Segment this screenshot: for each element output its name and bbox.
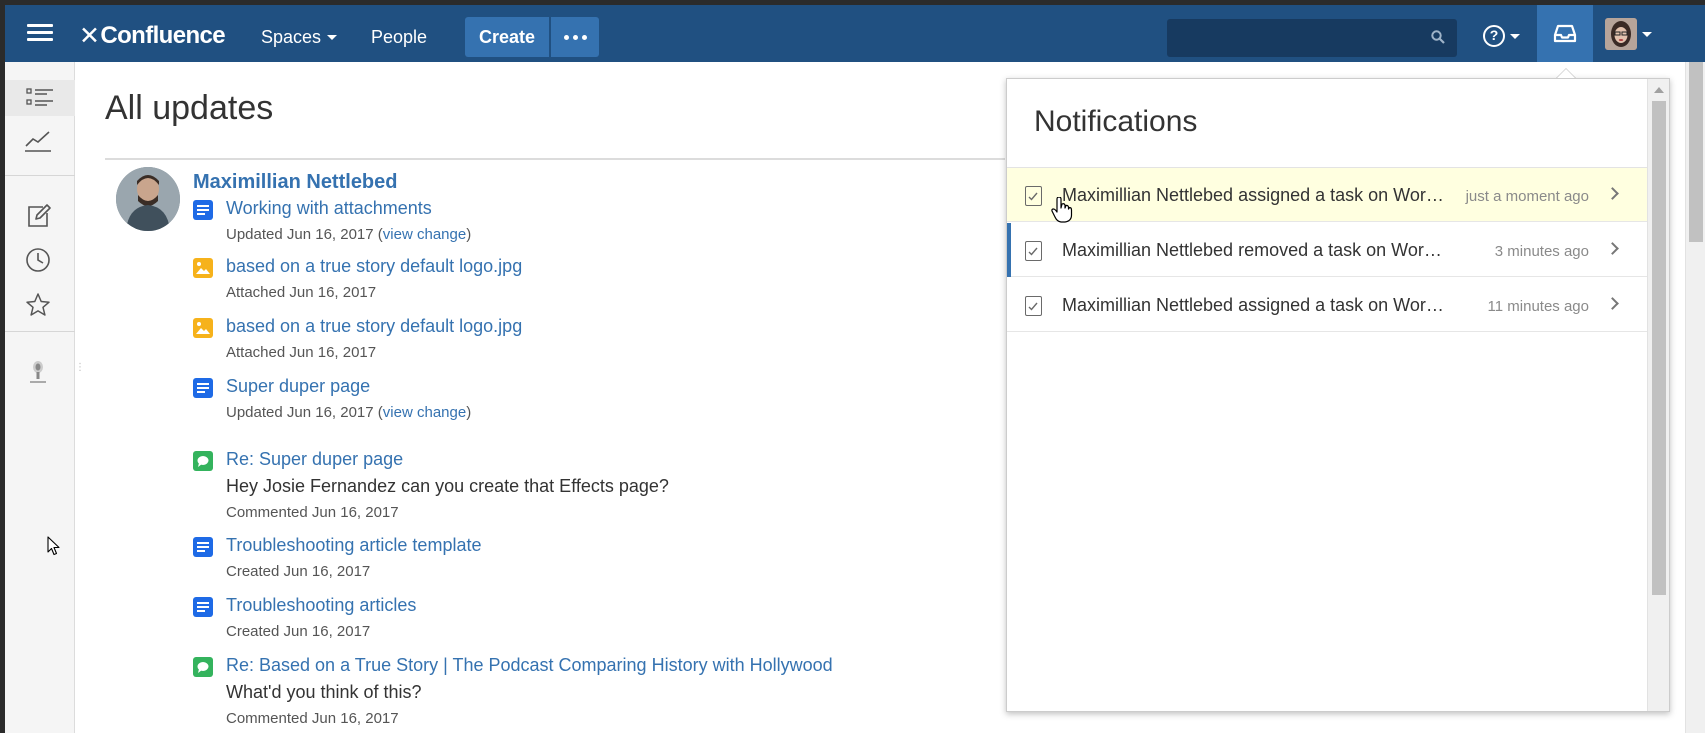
feed-item-meta: Updated Jun 16, 2017 (view change) bbox=[226, 226, 472, 243]
task-icon bbox=[1025, 241, 1042, 261]
feed-item-meta: Commented Jun 16, 2017 bbox=[226, 710, 399, 727]
task-icon bbox=[1025, 186, 1042, 206]
notifications-scrollbar-thumb[interactable] bbox=[1652, 101, 1666, 595]
inbox-icon bbox=[1553, 24, 1577, 42]
app-name: Confluence bbox=[100, 22, 226, 49]
notifications-title: Notifications bbox=[1034, 105, 1198, 138]
feed-item-title-link[interactable]: Re: Super duper page bbox=[226, 449, 403, 470]
app-window: ✕ Confluence Spaces People Create ? ⋮ Al… bbox=[5, 5, 1705, 733]
feed-item-title-link[interactable]: Troubleshooting article template bbox=[226, 535, 481, 556]
sidebar-item-saved[interactable] bbox=[20, 287, 56, 323]
hamburger-menu-icon[interactable] bbox=[27, 21, 53, 45]
chevron-right-icon bbox=[1606, 297, 1619, 310]
edit-icon bbox=[28, 204, 51, 227]
left-sidebar bbox=[5, 62, 75, 733]
ellipsis-icon bbox=[563, 34, 569, 40]
page-icon bbox=[193, 597, 213, 617]
feed-item-title-link[interactable]: based on a true story default logo.jpg bbox=[226, 256, 522, 277]
comment-icon bbox=[193, 657, 213, 677]
space-logo-icon bbox=[30, 361, 46, 383]
more-create-options-button[interactable] bbox=[551, 17, 599, 57]
notification-item[interactable]: Maximillian Nettlebed assigned a task on… bbox=[1007, 278, 1647, 332]
comment-excerpt: What'd you think of this? bbox=[226, 682, 422, 702]
feed-item-meta: Created Jun 16, 2017 bbox=[226, 623, 371, 640]
chevron-down-icon bbox=[1642, 31, 1652, 37]
page-scrollbar[interactable] bbox=[1685, 62, 1705, 733]
user-menu-button[interactable] bbox=[1605, 18, 1652, 50]
comment-icon bbox=[193, 451, 213, 471]
feed-item-title-link[interactable]: Super duper page bbox=[226, 376, 370, 397]
sidebar-item-drafts[interactable] bbox=[20, 198, 56, 234]
sidebar-divider bbox=[5, 331, 75, 332]
feed-item-meta: Commented Jun 16, 2017 bbox=[226, 504, 399, 521]
nav-spaces-label: Spaces bbox=[261, 27, 322, 47]
sidebar-resize-handle[interactable]: ⋮ bbox=[75, 363, 85, 373]
chevron-down-icon bbox=[1510, 33, 1520, 39]
feed-item-title-link[interactable]: Re: Based on a True Story | The Podcast … bbox=[226, 655, 833, 676]
view-change-link[interactable]: view change bbox=[383, 404, 466, 421]
feed-item-meta: Updated Jun 16, 2017 (view change) bbox=[226, 404, 472, 421]
notification-item[interactable]: Maximillian Nettlebed removed a task on … bbox=[1007, 223, 1647, 277]
nav-people-link[interactable]: People bbox=[371, 27, 427, 48]
notifications-button[interactable] bbox=[1537, 5, 1593, 62]
search-input[interactable] bbox=[1167, 19, 1457, 57]
feed-item-title-link[interactable]: Troubleshooting articles bbox=[226, 595, 416, 616]
view-change-link[interactable]: view change bbox=[383, 226, 466, 243]
notifications-scrollbar[interactable] bbox=[1647, 79, 1669, 711]
notification-item[interactable]: Maximillian Nettlebed assigned a task on… bbox=[1007, 168, 1647, 222]
notification-text: Maximillian Nettlebed assigned a task on… bbox=[1062, 185, 1447, 205]
scroll-up-arrow-icon[interactable] bbox=[1654, 87, 1664, 93]
top-navigation-bar: ✕ Confluence Spaces People Create ? bbox=[5, 5, 1705, 62]
page-icon bbox=[193, 537, 213, 557]
page-icon bbox=[193, 200, 213, 220]
page-scrollbar-thumb[interactable] bbox=[1689, 62, 1703, 242]
nav-spaces-dropdown[interactable]: Spaces bbox=[261, 27, 338, 48]
notification-text: Maximillian Nettlebed removed a task on … bbox=[1062, 240, 1447, 260]
hand-cursor-icon bbox=[1051, 197, 1073, 223]
sidebar-item-space[interactable] bbox=[20, 354, 56, 390]
help-menu-button[interactable]: ? bbox=[1483, 25, 1520, 47]
feed-item-meta: Attached Jun 16, 2017 bbox=[226, 344, 377, 361]
user-avatar bbox=[1605, 18, 1637, 50]
clock-icon bbox=[26, 248, 50, 272]
chevron-right-icon bbox=[1606, 242, 1619, 255]
notification-text: Maximillian Nettlebed assigned a task on… bbox=[1062, 295, 1447, 315]
feed-item-meta: Created Jun 16, 2017 bbox=[226, 563, 371, 580]
star-icon bbox=[26, 293, 50, 316]
page-title: All updates bbox=[105, 89, 274, 127]
help-icon: ? bbox=[1483, 25, 1505, 47]
title-divider bbox=[105, 158, 1005, 160]
chevron-right-icon bbox=[1606, 187, 1619, 200]
sidebar-item-all-updates[interactable] bbox=[5, 80, 75, 116]
sidebar-divider bbox=[5, 175, 75, 176]
arrow-cursor-icon bbox=[47, 536, 60, 556]
notification-time: just a moment ago bbox=[1465, 188, 1589, 205]
comment-excerpt: Hey Josie Fernandez can you create that … bbox=[226, 476, 669, 496]
sidebar-item-popular[interactable] bbox=[20, 123, 56, 159]
feed-item-title-link[interactable]: Working with attachments bbox=[226, 198, 432, 219]
task-icon bbox=[1025, 296, 1042, 316]
create-button[interactable]: Create bbox=[465, 17, 549, 57]
feed-item-meta: Attached Jun 16, 2017 bbox=[226, 284, 377, 301]
list-icon bbox=[26, 88, 53, 106]
notifications-panel: Notifications Maximillian Nettlebed assi… bbox=[1006, 78, 1670, 712]
notification-time: 3 minutes ago bbox=[1494, 243, 1589, 260]
feed-author-link[interactable]: Maximillian Nettlebed bbox=[193, 171, 398, 194]
author-avatar[interactable] bbox=[116, 167, 180, 231]
confluence-logo-icon: ✕ bbox=[79, 22, 100, 50]
chevron-down-icon bbox=[327, 34, 338, 40]
image-icon bbox=[193, 258, 213, 278]
dropdown-pointer-inner bbox=[1557, 69, 1575, 78]
page-icon bbox=[193, 378, 213, 398]
confluence-logo[interactable]: ✕ Confluence bbox=[79, 21, 226, 51]
sidebar-item-recently-worked[interactable] bbox=[20, 242, 56, 278]
trending-icon bbox=[25, 131, 51, 152]
notification-time: 11 minutes ago bbox=[1487, 298, 1589, 315]
image-icon bbox=[193, 318, 213, 338]
feed-item-title-link[interactable]: based on a true story default logo.jpg bbox=[226, 316, 522, 337]
search-icon bbox=[1431, 30, 1445, 44]
